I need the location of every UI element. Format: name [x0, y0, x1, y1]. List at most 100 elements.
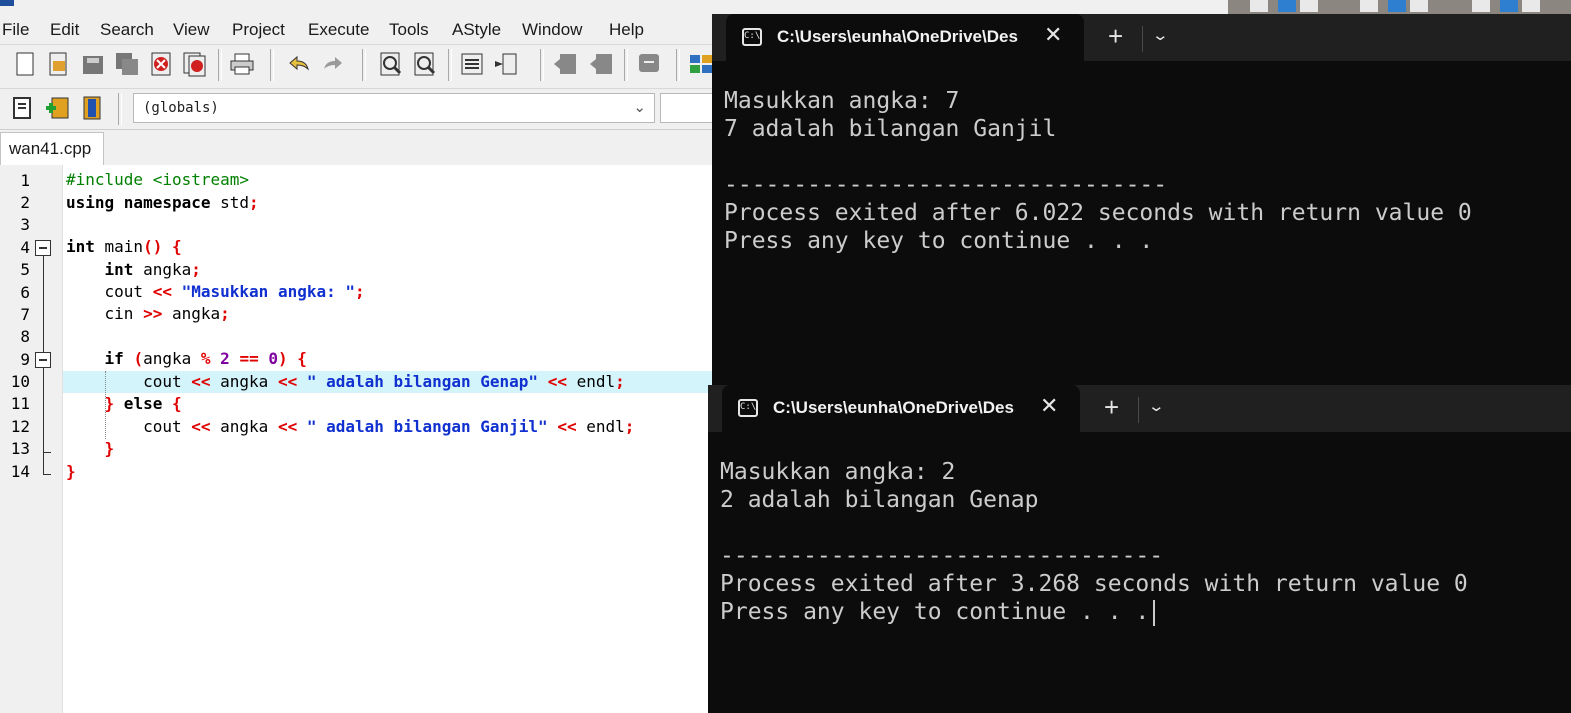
code-line: int main() { — [66, 237, 182, 256]
terminal-tab[interactable]: C:\ C:\Users\eunha\OneDrive\Des ✕ — [722, 385, 1080, 432]
replace-icon[interactable] — [412, 51, 438, 77]
line-gutter: 1 2 3 4 5 6 7 8 9 10 11 12 13 14 — [0, 165, 63, 713]
terminal-tab-title: C:\Users\eunha\OneDrive\Des — [777, 27, 1018, 46]
function-dropdown[interactable] — [660, 93, 720, 123]
terminal-output-line: 7 adalah bilangan Ganjil — [724, 116, 1057, 142]
menu-project[interactable]: Project — [232, 20, 285, 40]
code-line: cin >> angka; — [104, 304, 230, 323]
save-all-icon[interactable] — [114, 51, 140, 77]
class-browser-icon[interactable] — [10, 95, 36, 121]
menu-view[interactable]: View — [173, 20, 210, 40]
new-tab-icon[interactable]: + — [1108, 21, 1123, 52]
terminal-window-1: C:\ C:\Users\eunha\OneDrive\Des ✕ + ⌄ Ma… — [712, 14, 1571, 386]
terminal-tab-title: C:\Users\eunha\OneDrive\Des — [773, 398, 1014, 417]
menu-help[interactable]: Help — [609, 20, 644, 40]
new-file-icon[interactable] — [12, 51, 38, 77]
terminal-output-line: Process exited after 6.022 seconds with … — [724, 200, 1472, 226]
code-line: } else { — [104, 394, 182, 413]
close-icon[interactable]: ✕ — [1044, 22, 1062, 48]
line-number: 11 — [10, 394, 30, 413]
line-number: 5 — [20, 260, 30, 279]
code-line: using namespace std; — [66, 193, 259, 212]
menu-execute[interactable]: Execute — [308, 20, 369, 40]
unindent-icon[interactable] — [588, 51, 614, 77]
chevron-down-icon[interactable]: ⌄ — [1147, 397, 1165, 415]
code-line: } — [66, 462, 76, 481]
terminal-icon: C:\ — [738, 399, 758, 417]
line-number: 12 — [10, 417, 30, 436]
secondary-toolbar: (globals) ⌄ — [0, 88, 720, 129]
code-line: int angka; — [66, 260, 201, 279]
line-number: 1 — [20, 171, 30, 190]
grid-icon[interactable] — [688, 51, 714, 77]
terminal-output-line: Masukkan angka: 7 — [724, 88, 960, 114]
save-icon[interactable] — [80, 51, 106, 77]
fold-toggle-icon[interactable] — [35, 240, 51, 256]
terminal-tab[interactable]: C:\ C:\Users\eunha\OneDrive\Des ✕ — [726, 14, 1084, 61]
fold-line — [43, 368, 44, 475]
project-options-icon[interactable] — [79, 95, 105, 121]
goto-line-icon[interactable] — [459, 51, 485, 77]
close-icon[interactable] — [148, 51, 174, 77]
line-number: 8 — [20, 327, 30, 346]
indent-icon[interactable] — [552, 51, 578, 77]
menu-file[interactable]: File — [2, 20, 29, 40]
app-icon — [0, 0, 14, 6]
fold-line — [43, 256, 44, 353]
chevron-down-icon[interactable]: ⌄ — [1151, 26, 1169, 44]
close-all-icon[interactable] — [182, 51, 208, 77]
redo-icon[interactable] — [320, 51, 346, 77]
terminal-prompt-text: Press any key to continue . . . — [720, 599, 1150, 625]
background-tiles — [1228, 0, 1571, 14]
code-editor[interactable]: 1 2 3 4 5 6 7 8 9 10 11 12 13 14 #includ… — [0, 165, 720, 713]
find-icon[interactable] — [378, 51, 404, 77]
terminal-titlebar: C:\ C:\Users\eunha\OneDrive\Des ✕ + ⌄ — [708, 385, 1571, 432]
tab-separator — [1138, 397, 1139, 423]
menu-tools[interactable]: Tools — [389, 20, 429, 40]
line-number: 2 — [20, 193, 30, 212]
main-toolbar — [0, 44, 720, 87]
code-line: #include <iostream> — [66, 170, 250, 189]
menu-bar: File Edit Search View Project Execute To… — [0, 16, 720, 44]
line-number: 9 — [20, 350, 30, 369]
new-tab-icon[interactable]: + — [1104, 392, 1119, 423]
print-icon[interactable] — [229, 51, 255, 77]
close-icon[interactable]: ✕ — [1040, 393, 1058, 419]
line-number: 10 — [10, 372, 30, 391]
terminal-prompt-line[interactable]: Press any key to continue . . . — [720, 598, 1156, 626]
line-number: 7 — [20, 305, 30, 324]
chevron-down-icon[interactable]: ⌄ — [633, 98, 646, 116]
line-number: 14 — [10, 462, 30, 481]
terminal-output-line: Press any key to continue . . . — [724, 228, 1154, 254]
terminal-window-2: C:\ C:\Users\eunha\OneDrive\Des ✕ + ⌄ Ma… — [708, 385, 1571, 713]
menu-search[interactable]: Search — [100, 20, 154, 40]
open-file-icon[interactable] — [45, 51, 71, 77]
terminal-divider: -------------------------------- — [720, 543, 1164, 569]
scope-dropdown[interactable]: (globals) ⌄ — [133, 93, 655, 123]
file-tab-label: wan41.cpp — [9, 139, 92, 158]
fold-toggle-icon[interactable] — [35, 352, 51, 368]
menu-astyle[interactable]: AStyle — [452, 20, 501, 40]
bookmark-icon[interactable] — [493, 51, 519, 77]
line-number: 13 — [10, 439, 30, 458]
menu-edit[interactable]: Edit — [50, 20, 79, 40]
text-cursor — [1153, 599, 1156, 626]
add-file-icon[interactable] — [44, 95, 70, 121]
toggle-comment-icon[interactable] — [636, 51, 662, 77]
code-line: cout << angka << " adalah bilangan Genap… — [143, 372, 625, 391]
terminal-divider: -------------------------------- — [724, 172, 1168, 198]
window-top-strip — [0, 0, 1571, 14]
menu-window[interactable]: Window — [522, 20, 582, 40]
terminal-output-line: Masukkan angka: 2 — [720, 459, 956, 485]
terminal-output-line: 2 adalah bilangan Genap — [720, 487, 1039, 513]
code-line: cout << "Masukkan angka: "; — [104, 282, 365, 301]
tab-separator — [1142, 26, 1143, 52]
terminal-titlebar: C:\ C:\Users\eunha\OneDrive\Des ✕ + ⌄ — [712, 14, 1571, 61]
file-tab[interactable]: wan41.cpp — [0, 132, 104, 165]
terminal-icon: C:\ — [742, 28, 762, 46]
line-number: 6 — [20, 283, 30, 302]
fold-end-marker — [43, 452, 51, 453]
line-number: 3 — [20, 215, 30, 234]
undo-icon[interactable] — [286, 51, 312, 77]
code-line: cout << angka << " adalah bilangan Ganji… — [143, 417, 635, 436]
